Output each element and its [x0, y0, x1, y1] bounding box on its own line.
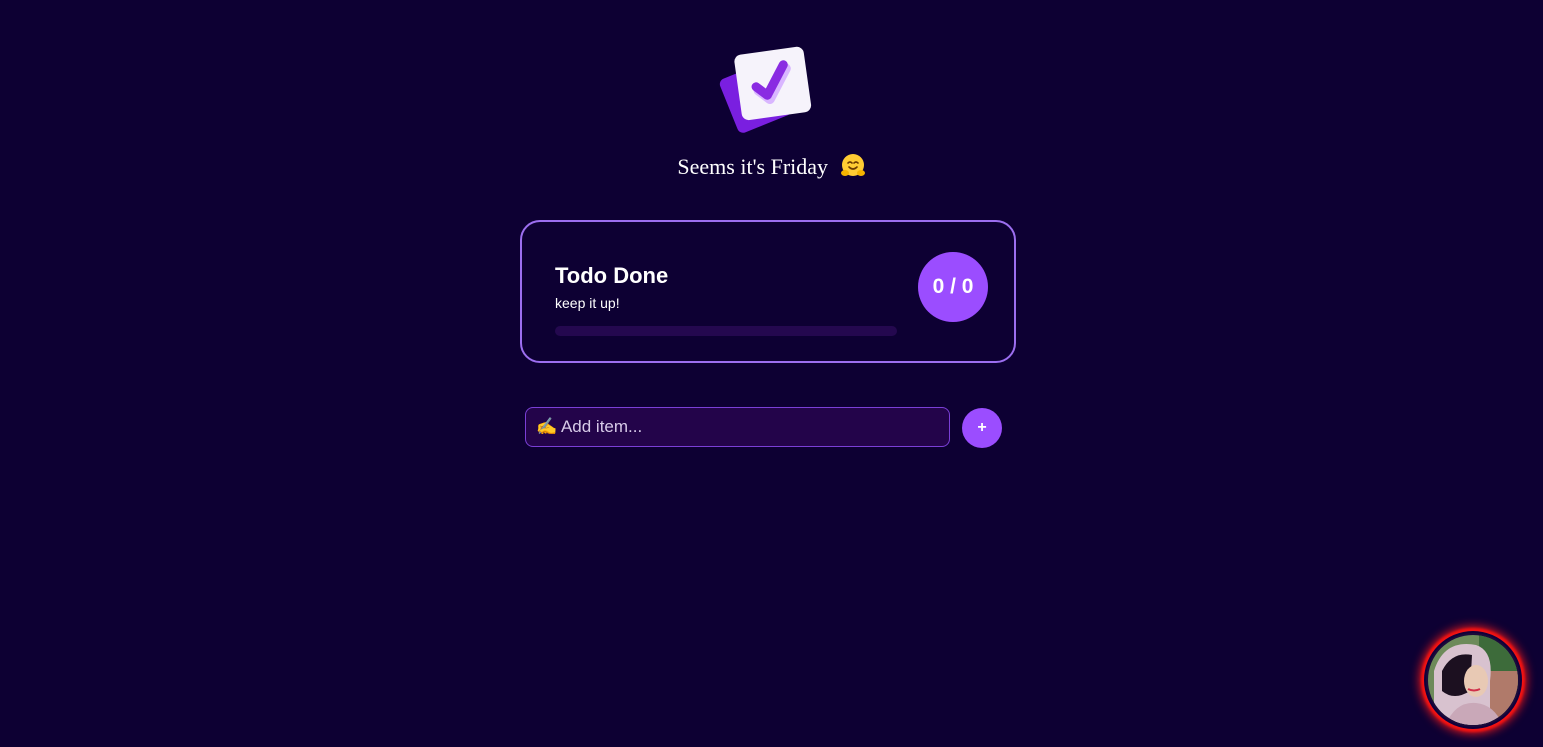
greeting-text: Seems it's Friday [677, 154, 829, 179]
profile-avatar[interactable] [1424, 631, 1522, 729]
hugging-face-emoji-icon [840, 154, 865, 176]
card-title: Todo Done [555, 263, 669, 288]
add-item-button[interactable]: + [962, 408, 1002, 448]
card-subtitle: keep it up! [555, 295, 620, 311]
checkbox-check-icon [719, 46, 812, 133]
add-item-input[interactable] [525, 407, 950, 447]
todo-count-badge: 0 / 0 [918, 252, 988, 322]
greeting-heading: Seems it's Friday [0, 150, 1543, 184]
progress-bar [555, 326, 897, 336]
todo-progress-card: Todo Done keep it up! 0 / 0 [520, 220, 1016, 363]
avatar-photo-icon [1426, 633, 1520, 727]
